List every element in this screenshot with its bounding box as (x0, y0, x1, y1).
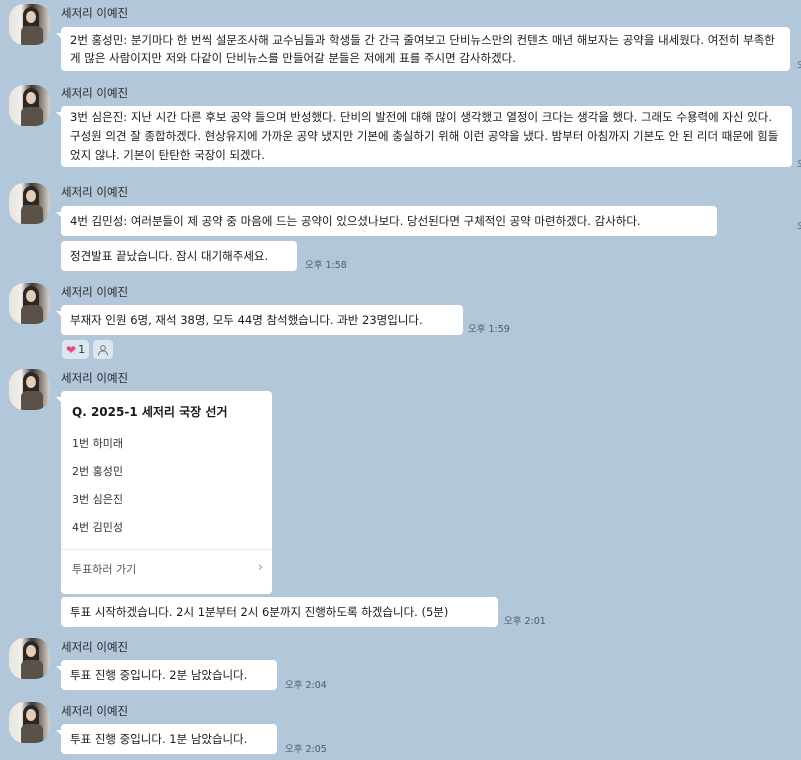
poll-option: 1번 하미래 (72, 437, 123, 450)
sender-name: 세저리 이예진 (61, 285, 129, 299)
time-stamp: 오후 1:58 (305, 260, 347, 271)
time-stamp: 오후 1:59 (468, 324, 510, 335)
avatar[interactable] (9, 85, 50, 126)
poll-title: Q. 2025-1 세저리 국장 선거 (72, 405, 228, 419)
message-bubble[interactable]: 투표 시작하겠습니다. 2시 1분부터 2시 6분까지 진행하도록 하겠습니다.… (61, 597, 498, 627)
message-bubble[interactable]: 정견발표 끝났습니다. 잠시 대기해주세요. (61, 241, 297, 271)
time-stamp: 오후 2:04 (285, 680, 327, 691)
sender-name: 세저리 이예진 (61, 86, 129, 100)
chevron-right-icon: › (257, 560, 263, 575)
heart-reaction[interactable]: ❤ 1 (62, 340, 90, 359)
sender-name: 세저리 이예진 (61, 704, 129, 718)
vote-link[interactable]: 투표하러 가기 (72, 561, 136, 577)
add-reaction-button[interactable] (93, 340, 114, 359)
avatar[interactable] (9, 4, 50, 45)
time-stamp: 오후 2:01 (504, 616, 546, 627)
sender-name: 세저리 이예진 (61, 185, 129, 199)
reaction-bar: ❤ 1 (62, 340, 114, 359)
message-bubble[interactable]: 투표 진행 중입니다. 2분 남았습니다. (56, 660, 277, 690)
message-bubble[interactable]: 3번 심은진: 지난 시간 다른 후보 공약 들으며 반성했다. 단비의 발전에… (56, 106, 792, 167)
message-bubble[interactable]: 2번 홍성민: 분기마다 한 번씩 설문조사해 교수님들과 학생들 간 간극 줄… (56, 27, 790, 71)
message-bubble[interactable]: 4번 김민성: 여러분들이 제 공약 중 마음에 드는 공약이 있으셨나보다. … (56, 206, 717, 236)
time-stamp-partial: 오 (797, 157, 801, 170)
avatar[interactable] (9, 638, 50, 679)
avatar[interactable] (9, 183, 50, 224)
time-stamp-partial: 오 (797, 219, 801, 232)
poll-option: 4번 김민성 (72, 521, 123, 534)
time-stamp-partial: 오 (797, 58, 801, 71)
time-stamp: 오후 2:05 (285, 744, 327, 755)
message-bubble[interactable]: 부재자 인원 6명, 재석 38명, 모두 44명 참석했습니다. 과반 23명… (56, 305, 463, 335)
sender-name: 세저리 이예진 (61, 6, 129, 20)
poll-option: 3번 심은진 (72, 493, 123, 506)
sender-name: 세저리 이예진 (61, 640, 129, 654)
poll-card[interactable]: Q. 2025-1 세저리 국장 선거 1번 하미래 2번 홍성민 3번 심은진… (56, 391, 272, 594)
avatar[interactable] (9, 702, 50, 743)
sender-name: 세저리 이예진 (61, 371, 129, 385)
poll-divider (61, 549, 272, 550)
person-icon (98, 344, 109, 356)
message-bubble[interactable]: 투표 진행 중입니다. 1분 남았습니다. (56, 724, 277, 754)
heart-icon: ❤ (66, 342, 77, 357)
avatar[interactable] (9, 283, 50, 324)
poll-option: 2번 홍성민 (72, 465, 123, 478)
heart-count: 1 (78, 343, 86, 356)
avatar[interactable] (9, 369, 50, 410)
